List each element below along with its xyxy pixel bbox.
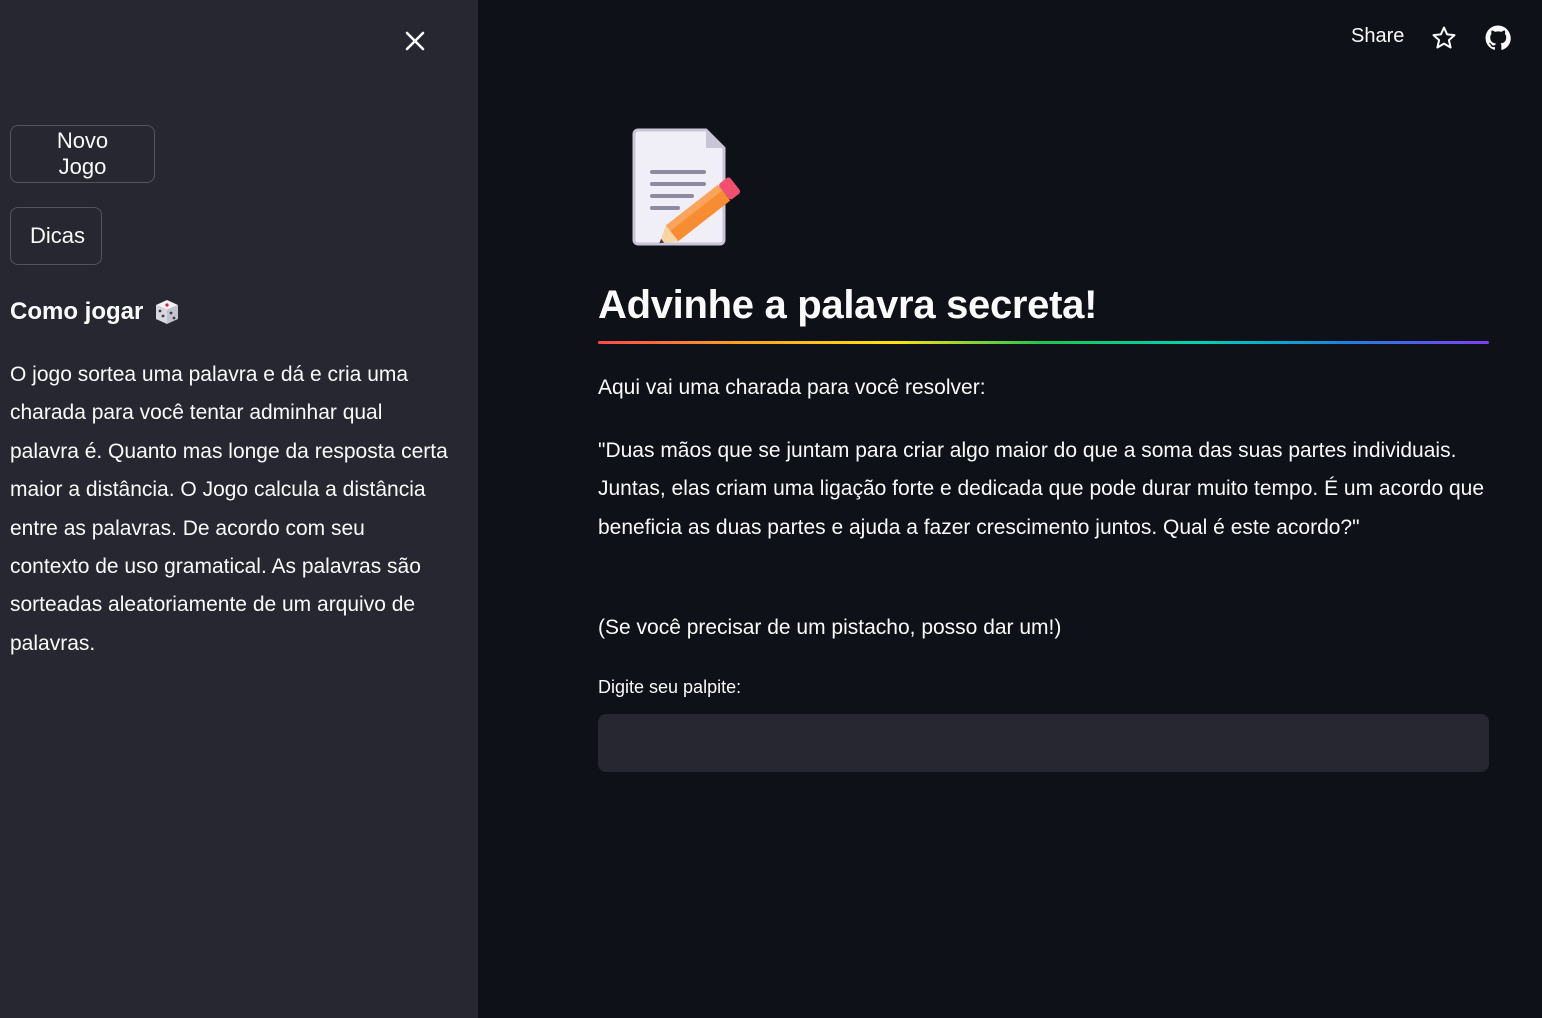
dice-icon xyxy=(156,300,179,324)
title-divider xyxy=(598,341,1489,344)
new-game-button[interactable]: Novo Jogo xyxy=(10,125,155,183)
memo-pencil-icon xyxy=(632,128,741,246)
github-icon[interactable] xyxy=(1485,25,1511,51)
riddle-text: "Duas mãos que se juntam para criar algo… xyxy=(598,439,1485,539)
close-icon xyxy=(405,31,425,51)
guess-input-label: Digite seu palpite: xyxy=(598,677,742,697)
how-to-play-title: Como jogar xyxy=(10,298,144,325)
close-sidebar-button[interactable] xyxy=(400,26,430,56)
share-button[interactable]: Share xyxy=(1351,25,1404,48)
intro-text: Aqui vai uma charada para você resolver: xyxy=(598,376,986,399)
guess-input[interactable] xyxy=(598,714,1489,772)
tips-button[interactable]: Dicas xyxy=(10,207,102,265)
sidebar: Novo Jogo Dicas Como jogar O jogo sortea… xyxy=(0,0,478,1018)
star-icon[interactable] xyxy=(1431,25,1457,51)
hint-note-text: (Se você precisar de um pistacho, posso … xyxy=(598,616,1062,639)
page-title: Advinhe a palavra secreta! xyxy=(598,283,1098,327)
how-to-play-heading: Como jogar xyxy=(10,298,181,326)
how-to-play-text: O jogo sortea uma palavra e dá e cria um… xyxy=(10,363,448,655)
